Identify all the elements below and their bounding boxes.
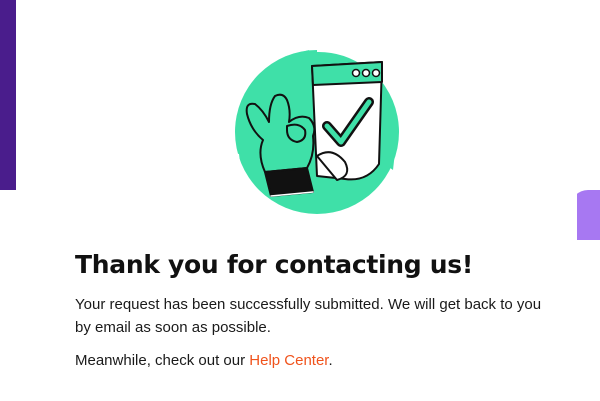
help-suffix-text: . bbox=[328, 352, 333, 369]
help-prefix-text: Meanwhile, check out our bbox=[75, 352, 250, 369]
help-center-link[interactable]: Help Center bbox=[249, 352, 328, 369]
ok-hand-checkmark-document-icon bbox=[235, 47, 399, 214]
page-title: Thank you for contacting us! bbox=[75, 250, 473, 279]
confirmation-card: Thank you for contacting us! Your reques… bbox=[16, 0, 577, 401]
help-center-line: Meanwhile, check out our Help Center. bbox=[75, 349, 333, 372]
confirmation-message: Your request has been successfully submi… bbox=[75, 296, 542, 336]
